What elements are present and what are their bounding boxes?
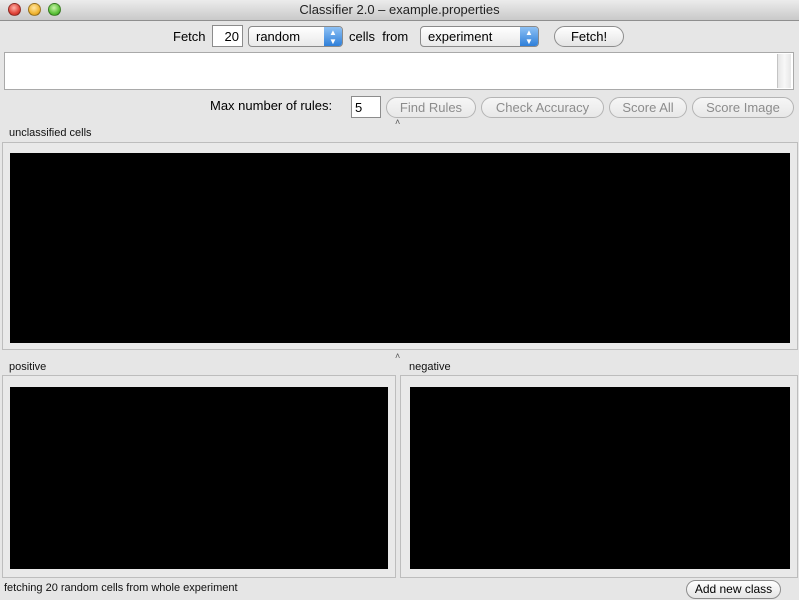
max-rules-input[interactable]: 5 [351, 96, 381, 118]
status-bar: fetching 20 random cells from whole expe… [0, 579, 799, 600]
rules-text-scrollbar[interactable] [777, 54, 791, 88]
cells-from-label: cells from [349, 29, 409, 44]
minimize-window-icon[interactable] [28, 3, 41, 16]
select-arrows-icon: ▲ ▼ [520, 27, 538, 46]
fetch-label: Fetch [173, 29, 206, 44]
splitter-handle-icon[interactable]: ˄ [395, 352, 400, 361]
unclassified-label: unclassified cells [9, 127, 92, 139]
positive-cells-bin[interactable] [10, 387, 388, 569]
rules-text-area[interactable] [4, 52, 794, 90]
negative-label: negative [409, 361, 451, 373]
window-titlebar: Classifier 2.0 – example.properties [0, 0, 799, 21]
score-all-button[interactable]: Score All [609, 97, 687, 118]
negative-panel [400, 375, 798, 578]
fetch-button[interactable]: Fetch! [554, 26, 624, 47]
splitter-handle-icon[interactable]: ˄ [395, 118, 400, 127]
add-new-class-button[interactable]: Add new class [686, 580, 781, 599]
positive-label: positive [9, 361, 47, 373]
status-message: fetching 20 random cells from whole expe… [4, 582, 238, 594]
fetch-source-value: experiment [428, 29, 493, 44]
find-rules-button[interactable]: Find Rules [386, 97, 476, 118]
score-image-button[interactable]: Score Image [692, 97, 794, 118]
zoom-window-icon[interactable] [48, 3, 61, 16]
fetch-source-select[interactable]: experiment ▲ ▼ [420, 26, 539, 47]
positive-panel [2, 375, 396, 578]
window-title: Classifier 2.0 – example.properties [299, 2, 500, 17]
unclassified-panel [2, 142, 798, 350]
close-window-icon[interactable] [8, 3, 21, 16]
unclassified-cells-bin[interactable] [10, 153, 790, 343]
fetch-mode-value: random [256, 29, 301, 44]
check-accuracy-button[interactable]: Check Accuracy [481, 97, 604, 118]
fetch-toolbar: Fetch 20 random ▲ ▼ cells from experiment… [0, 22, 799, 50]
fetch-count-input[interactable]: 20 [212, 25, 243, 47]
negative-cells-bin[interactable] [410, 387, 790, 569]
fetch-mode-select[interactable]: random ▲ ▼ [248, 26, 343, 47]
select-arrows-icon: ▲ ▼ [324, 27, 342, 46]
rules-toolbar: Max number of rules: 5 Find Rules Check … [0, 95, 799, 119]
max-rules-label: Max number of rules: [210, 98, 333, 113]
